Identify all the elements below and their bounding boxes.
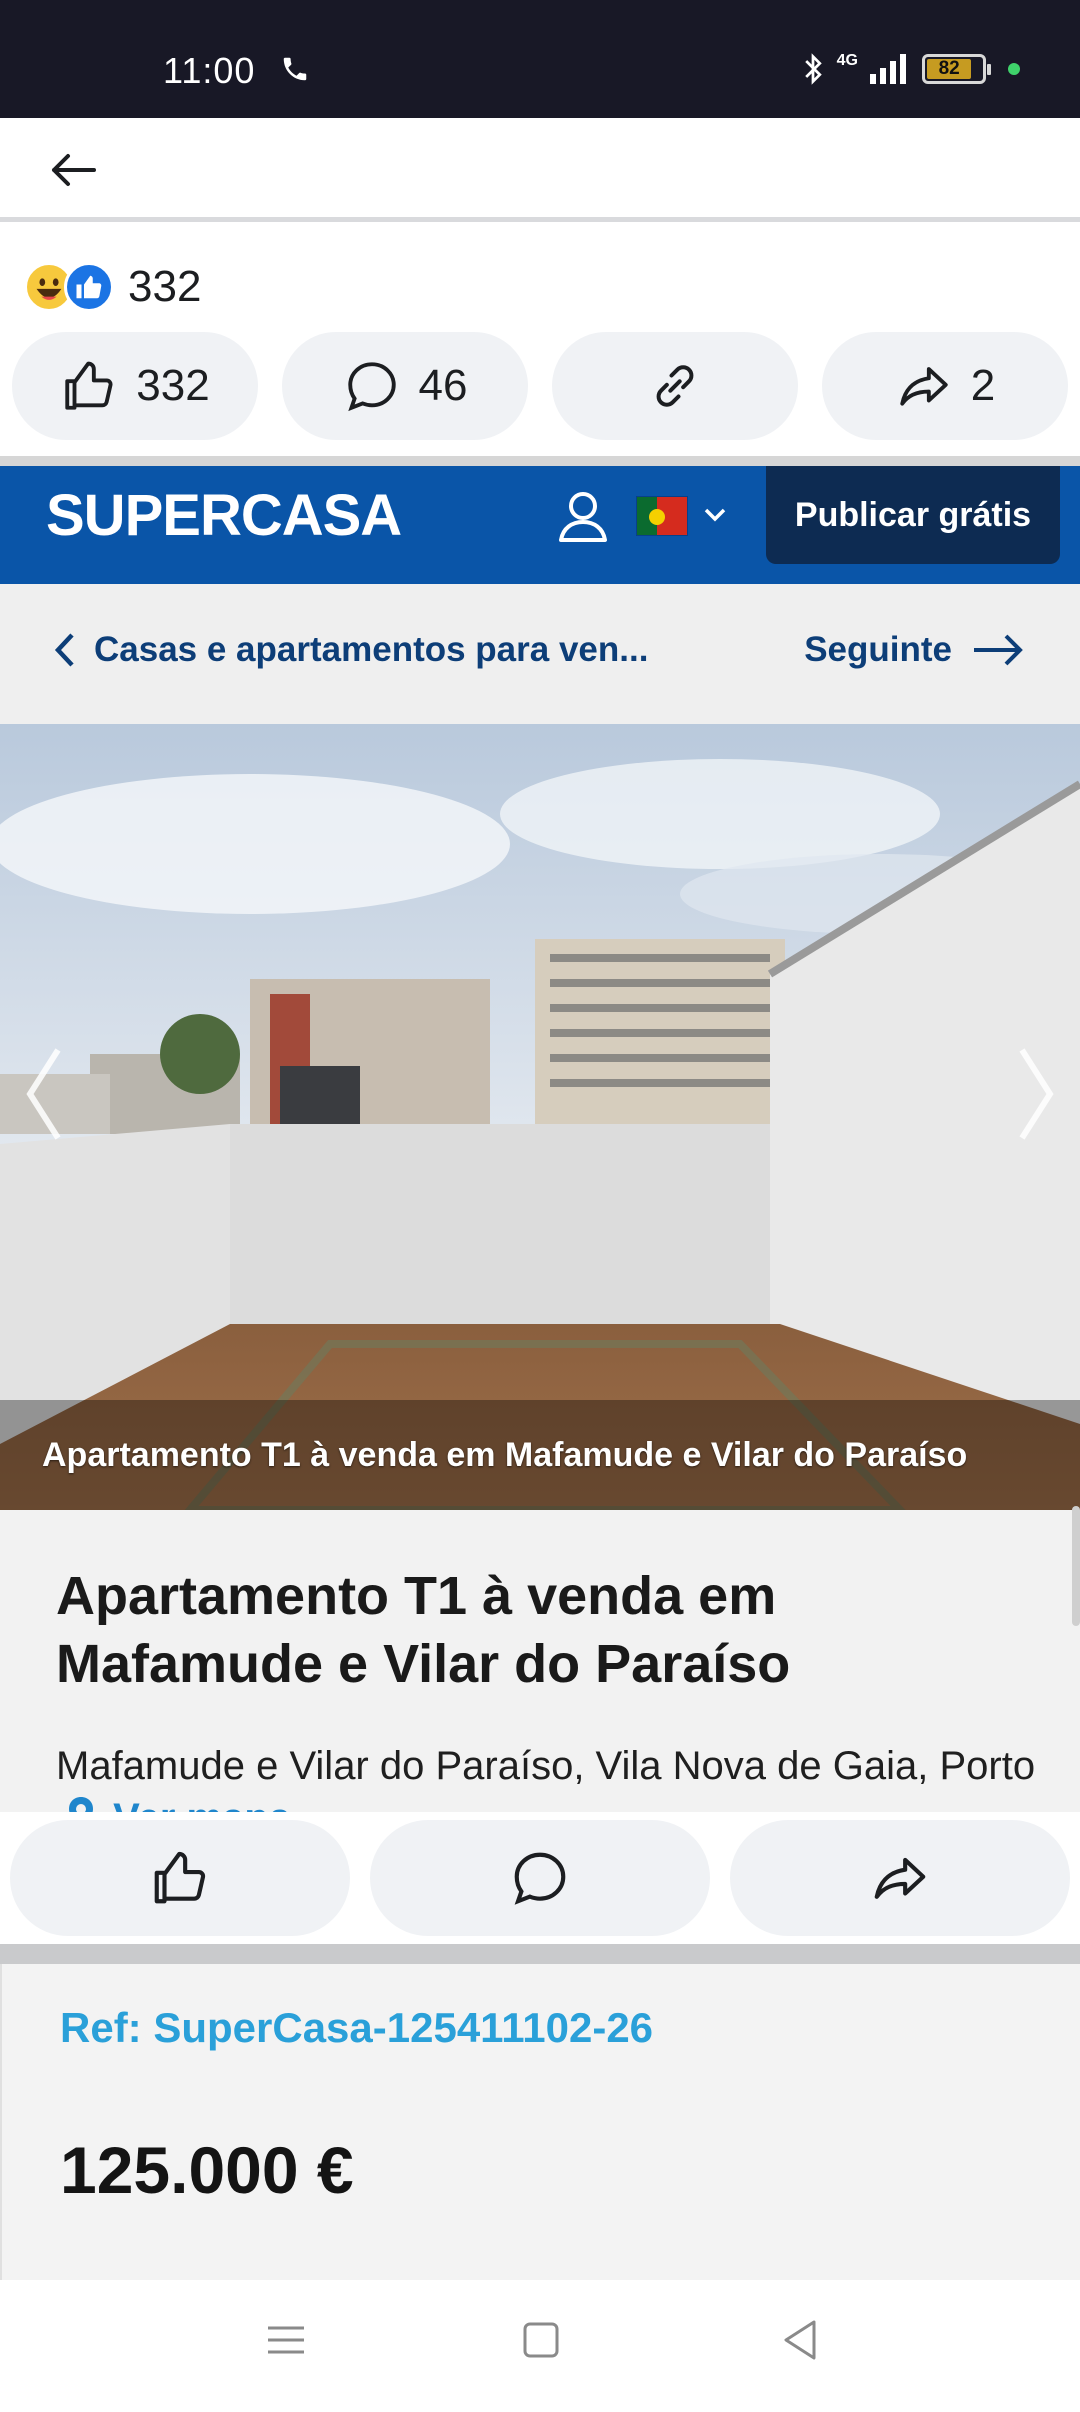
share-button[interactable]: 2 (822, 332, 1068, 440)
copy-link-button[interactable] (552, 332, 798, 440)
scrollbar[interactable] (1072, 1506, 1080, 1626)
top-bar (0, 118, 1080, 222)
map-pin-icon (66, 1794, 96, 1812)
share-icon (900, 367, 948, 406)
rooftop-terrace-photo (0, 724, 1080, 1510)
share-icon (874, 1857, 926, 1899)
user-icon[interactable] (556, 488, 610, 544)
thumbs-up-icon (154, 1851, 206, 1904)
comment-count: 46 (418, 361, 468, 410)
chevron-left-icon (54, 633, 74, 667)
next-label: Seguinte (804, 630, 952, 669)
listing-price: 125.000 € (60, 2133, 354, 2207)
listing-photo[interactable]: Apartamento T1 à venda em Mafamude e Vil… (0, 724, 1080, 1510)
section-divider (0, 1944, 1080, 1964)
supercasa-logo[interactable]: SUPERCASA (46, 482, 402, 549)
status-icons: 4G 82 (799, 52, 1020, 86)
like-button[interactable]: 332 (12, 332, 258, 440)
previous-photo-arrow[interactable] (24, 1046, 64, 1142)
listing-details[interactable]: Ref: SuperCasa-125411102-26 125.000 € (0, 1964, 1080, 2280)
reaction-count: 332 (128, 262, 202, 311)
embedded-web-page[interactable]: SUPERCASA Publicar grátis Casas e aparta… (0, 456, 1080, 1812)
menu-icon[interactable] (266, 2320, 306, 2360)
network-type-label: 4G (836, 52, 858, 69)
like-icon (64, 262, 114, 312)
phone-call-icon (280, 54, 310, 89)
comment-button-bottom[interactable] (370, 1820, 710, 1936)
listing-title: Apartamento T1 à venda em Mafamude e Vil… (56, 1566, 791, 1694)
breadcrumb-label: Casas e apartamentos para ven... (94, 630, 649, 669)
thumbs-up-icon (65, 361, 113, 410)
battery-level: 82 (927, 58, 972, 79)
reaction-summary[interactable]: 332 (24, 262, 201, 312)
comment-icon (514, 1852, 566, 1905)
listing-nav-row: Casas e apartamentos para ven... Seguint… (0, 584, 1080, 724)
supercasa-header: SUPERCASA Publicar grátis (0, 466, 1080, 584)
breadcrumb[interactable]: Casas e apartamentos para ven... (54, 630, 648, 670)
status-time: 11:00 (163, 50, 256, 91)
bluetooth-icon (804, 53, 822, 85)
share-count: 2 (970, 361, 996, 410)
portugal-flag-icon[interactable] (636, 496, 688, 536)
photo-caption: Apartamento T1 à venda em Mafamude e Vil… (0, 1400, 1080, 1510)
share-button-bottom[interactable] (730, 1820, 1070, 1936)
view-map-link[interactable]: Ver mapa (113, 1796, 291, 1812)
system-nav-bar (0, 2280, 1080, 2412)
comment-button[interactable]: 46 (282, 332, 528, 440)
like-button-bottom[interactable] (10, 1820, 350, 1936)
next-photo-arrow[interactable] (1016, 1046, 1056, 1142)
next-listing-link[interactable]: Seguinte (804, 630, 1026, 670)
arrow-right-icon (974, 634, 1023, 666)
chevron-down-icon[interactable] (704, 508, 726, 522)
home-square-icon[interactable] (522, 2320, 560, 2360)
publish-free-button[interactable]: Publicar grátis (766, 466, 1060, 564)
arrow-left-icon[interactable] (48, 150, 98, 190)
location-text: Mafamude e Vilar do Paraíso, Vila Nova d… (56, 1744, 1036, 1788)
battery-icon: 82 (922, 54, 991, 84)
like-count: 332 (136, 361, 210, 410)
privacy-dot-icon (1008, 63, 1020, 75)
listing-location: Mafamude e Vilar do Paraíso, Vila Nova d… (56, 1740, 1056, 1812)
link-icon (656, 365, 694, 407)
comment-icon (347, 362, 396, 412)
signal-icon (870, 54, 906, 84)
back-triangle-icon[interactable] (780, 2318, 820, 2362)
listing-reference: Ref: SuperCasa-125411102-26 (60, 2004, 654, 2051)
status-bar: 11:00 4G 82 (0, 0, 1080, 118)
